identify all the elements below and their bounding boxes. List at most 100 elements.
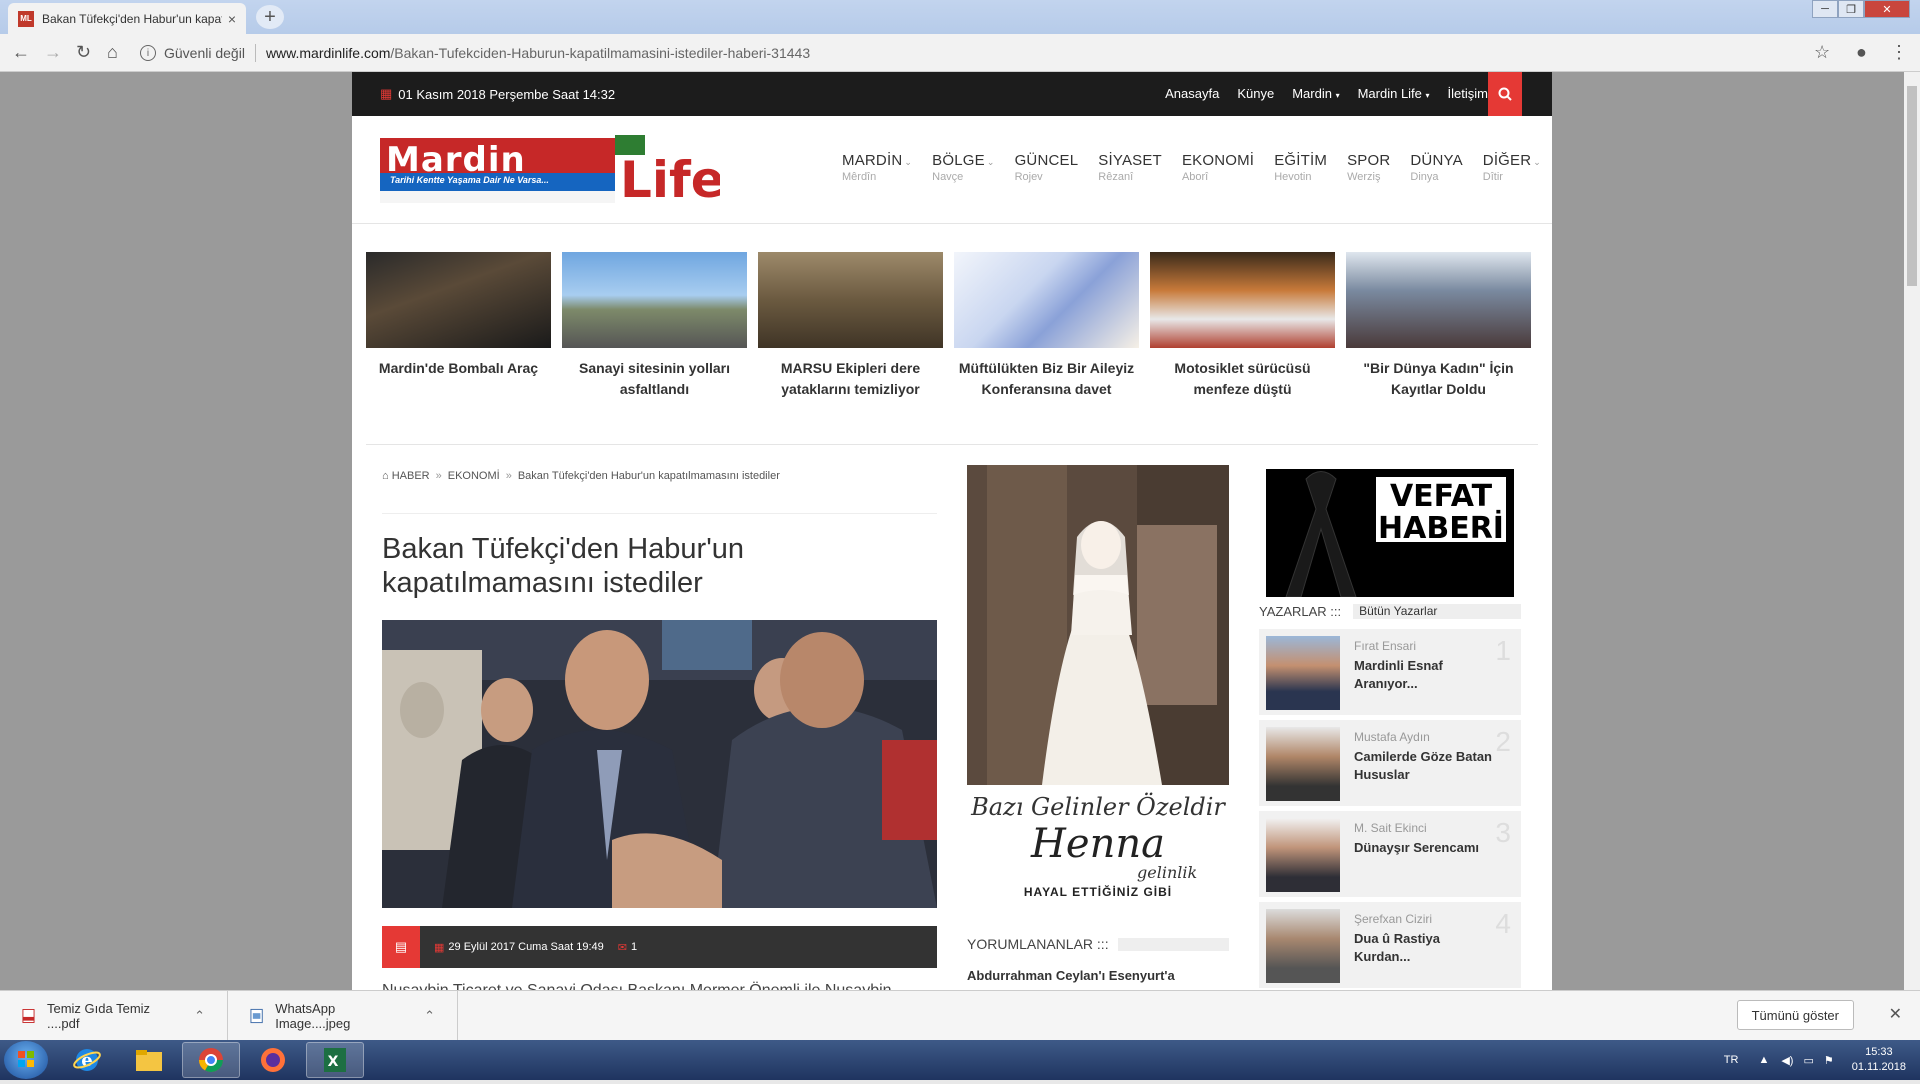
top-link-kunye[interactable]: Künye <box>1237 86 1274 101</box>
network-icon[interactable]: ▭ <box>1803 1054 1813 1067</box>
featured-caption[interactable]: "Bir Dünya Kadın" İçin Kayıtlar Doldu <box>1346 358 1531 400</box>
security-label[interactable]: Güvenli değil <box>164 45 245 61</box>
author-name[interactable]: Fırat Ensari <box>1354 639 1416 653</box>
nav-guncel[interactable]: GÜNCEL Rojev <box>1015 152 1079 183</box>
chevron-up-icon[interactable]: ⌃ <box>424 1008 435 1024</box>
author-photo[interactable] <box>1266 727 1340 801</box>
featured-image[interactable] <box>758 252 943 348</box>
tray-expand-icon[interactable]: ▲ <box>1758 1054 1769 1066</box>
close-downloads-icon[interactable]: ✕ <box>1889 1004 1902 1024</box>
back-icon[interactable]: ← <box>12 42 30 63</box>
new-tab-button[interactable]: + <box>256 5 284 29</box>
search-button[interactable] <box>1488 72 1522 116</box>
author-name[interactable]: M. Sait Ekinci <box>1354 821 1427 835</box>
author-photo[interactable] <box>1266 818 1340 892</box>
featured-caption[interactable]: Mardin'de Bombalı Araç <box>366 358 551 379</box>
download-item[interactable]: Temiz Gıda Temiz ....pdf ⌃ <box>0 991 228 1041</box>
maximize-icon[interactable]: ❐ <box>1838 0 1864 18</box>
profile-icon[interactable]: ● <box>1856 42 1867 63</box>
author-article-title[interactable]: Camilerde Göze Batan Hususlar <box>1354 748 1494 784</box>
author-article-title[interactable]: Mardinli Esnaf Aranıyor... <box>1354 657 1494 693</box>
author-card[interactable]: Fırat Ensari Mardinli Esnaf Aranıyor... … <box>1259 629 1521 715</box>
info-icon[interactable]: i <box>140 45 156 61</box>
tab-close-icon[interactable]: × <box>228 11 236 27</box>
featured-image[interactable] <box>954 252 1139 348</box>
nav-dunya[interactable]: DÜNYA Dinya <box>1410 152 1462 183</box>
featured-image[interactable] <box>562 252 747 348</box>
breadcrumb-home[interactable]: ⌂ HABER <box>382 470 430 482</box>
taskbar-chrome[interactable] <box>182 1042 240 1078</box>
home-icon[interactable]: ⌂ <box>107 42 118 63</box>
breadcrumb-category[interactable]: EKONOMİ <box>448 470 500 482</box>
featured-item[interactable]: Müftülükten Biz Bir Aileyiz Konferansına… <box>954 252 1139 400</box>
featured-image[interactable] <box>366 252 551 348</box>
author-card[interactable]: Şerefxan Ciziri Dua û Rastiya Kurdan... … <box>1259 902 1521 988</box>
featured-item[interactable]: Sanayi sitesinin yolları asfaltlandı <box>562 252 747 400</box>
language-indicator[interactable]: TR <box>1724 1054 1739 1066</box>
system-clock[interactable]: 15:33 01.11.2018 <box>1852 1045 1906 1075</box>
author-card[interactable]: Mustafa Aydın Camilerde Göze Batan Husus… <box>1259 720 1521 806</box>
featured-item[interactable]: "Bir Dünya Kadın" İçin Kayıtlar Doldu <box>1346 252 1531 400</box>
nav-bolge[interactable]: BÖLGE ⌄ Navçe <box>932 152 994 183</box>
featured-caption[interactable]: Motosiklet sürücüsü menfeze düştü <box>1150 358 1335 400</box>
taskbar-firefox[interactable] <box>244 1042 302 1078</box>
author-card[interactable]: M. Sait Ekinci Dünayşır Serencamı 3 <box>1259 811 1521 897</box>
forward-icon[interactable]: → <box>44 42 62 63</box>
chevron-up-icon[interactable]: ⌃ <box>194 1008 205 1024</box>
featured-item[interactable]: Mardin'de Bombalı Araç <box>366 252 551 400</box>
top-link-anasayfa[interactable]: Anasayfa <box>1165 86 1219 101</box>
volume-icon[interactable]: ◀) <box>1781 1054 1793 1067</box>
close-window-icon[interactable]: ✕ <box>1864 0 1910 18</box>
reload-icon[interactable]: ↻ <box>76 42 91 63</box>
featured-caption[interactable]: Müftülükten Biz Bir Aileyiz Konferansına… <box>954 358 1139 400</box>
start-button[interactable] <box>4 1041 48 1079</box>
author-photo[interactable] <box>1266 909 1340 983</box>
top-link-iletisim[interactable]: İletişim <box>1448 86 1488 101</box>
author-name[interactable]: Mustafa Aydın <box>1354 730 1430 744</box>
scrollbar-thumb[interactable] <box>1907 86 1917 286</box>
author-article-title[interactable]: Dünayşır Serencamı <box>1354 839 1494 857</box>
download-item[interactable]: WhatsApp Image....jpeg ⌃ <box>228 991 458 1041</box>
nav-diger[interactable]: DİĞER ⌄ Dîtir <box>1483 152 1541 183</box>
top-link-mardin-life[interactable]: Mardin Life ▾ <box>1358 86 1430 101</box>
author-article-title[interactable]: Dua û Rastiya Kurdan... <box>1354 930 1494 966</box>
calendar-icon: ▦ <box>434 941 445 954</box>
site-logo[interactable]: Mardin Life Tarihi Kentte Yaşama Dair Ne… <box>380 135 725 209</box>
nav-siyaset[interactable]: SİYASET Rêzanî <box>1098 152 1162 183</box>
vefat-banner[interactable]: VEFAT HABERİ <box>1266 469 1514 597</box>
nav-ekonomi-label: EKONOMİ <box>1181 152 1255 169</box>
browser-tab[interactable]: ML Bakan Tüfekçi'den Habur'un kapatılmam… <box>8 3 246 34</box>
bookmark-star-icon[interactable]: ☆ <box>1814 42 1830 63</box>
nav-mardin[interactable]: MARDİN ⌄ Mêrdîn <box>842 152 912 183</box>
taskbar-ie[interactable]: e <box>58 1042 116 1078</box>
page-scrollbar[interactable] <box>1904 72 1920 990</box>
featured-image[interactable] <box>1150 252 1335 348</box>
featured-image[interactable] <box>1346 252 1531 348</box>
featured-item[interactable]: Motosiklet sürücüsü menfeze düştü <box>1150 252 1335 400</box>
nav-egitim[interactable]: EĞİTİM Hevotin <box>1274 152 1327 183</box>
comments-icon: ✉ <box>617 941 627 954</box>
browser-toolbar: ← → ↻ ⌂ i Güvenli değil www.mardinlife.c… <box>0 34 1920 72</box>
ad-banner[interactable]: Bazı Gelinler Özeldir Henna gelinlik HAY… <box>967 465 1229 913</box>
all-authors-link[interactable]: Bütün Yazarlar <box>1353 603 1521 619</box>
folder-icon <box>136 1050 162 1071</box>
featured-caption[interactable]: MARSU Ekipleri dere yataklarını temizliy… <box>758 358 943 400</box>
menu-kebab-icon[interactable]: ⋮ <box>1890 42 1908 63</box>
commented-item[interactable]: Abdurrahman Ceylan'ı Esenyurt'a <box>967 967 1229 985</box>
author-name[interactable]: Şerefxan Ciziri <box>1354 912 1432 926</box>
article-meta-bar: ▤ ▦ 29 Eylül 2017 Cuma Saat 19:49 ✉ 1 <box>382 926 937 968</box>
address-bar[interactable]: i Güvenli değil www.mardinlife.com /Baka… <box>140 40 1820 66</box>
article-hero-image[interactable] <box>382 620 937 908</box>
top-link-mardin[interactable]: Mardin ▾ <box>1292 86 1339 101</box>
taskbar-excel[interactable]: X <box>306 1042 364 1078</box>
minimize-icon[interactable]: ─ <box>1812 0 1838 18</box>
action-center-icon[interactable]: ⚑ <box>1824 1054 1834 1067</box>
featured-caption[interactable]: Sanayi sitesinin yolları asfaltlandı <box>562 358 747 400</box>
taskbar-explorer[interactable] <box>120 1042 178 1078</box>
show-all-downloads-button[interactable]: Tümünü göster <box>1736 1000 1854 1030</box>
featured-item[interactable]: MARSU Ekipleri dere yataklarını temizliy… <box>758 252 943 400</box>
author-photo[interactable] <box>1266 636 1340 710</box>
nav-ekonomi[interactable]: EKONOMİ Aborî <box>1182 152 1254 183</box>
article-comment-count[interactable]: 1 <box>631 941 637 953</box>
nav-spor[interactable]: SPOR Werziş <box>1347 152 1390 183</box>
